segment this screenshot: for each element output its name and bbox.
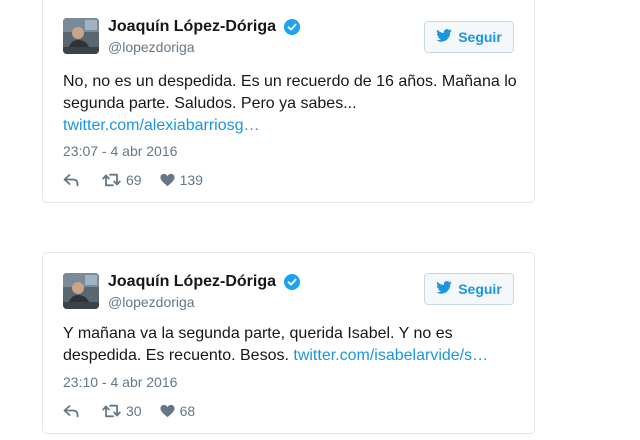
tweet-text: Y mañana va la segunda parte, querida Is…: [63, 323, 523, 367]
avatar[interactable]: [63, 273, 99, 309]
reply-icon: [63, 173, 79, 187]
twitter-bird-icon: [436, 29, 453, 45]
tweet-link[interactable]: twitter.com/isabelarvide/s…: [293, 347, 488, 364]
tweet-card: Joaquín López-Dóriga @lopezdoriga Seguir…: [42, 252, 535, 434]
author-info: Joaquín López-Dóriga @lopezdoriga: [108, 272, 301, 311]
avatar[interactable]: [63, 18, 99, 54]
verified-badge-icon: [284, 274, 301, 290]
heart-icon: [160, 404, 175, 418]
tweet-card: Joaquín López-Dóriga @lopezdoriga Seguir…: [42, 0, 535, 203]
retweet-icon: [102, 173, 121, 187]
tweet-timestamp[interactable]: 23:07 - 4 abr 2016: [63, 143, 177, 159]
follow-button[interactable]: Seguir: [424, 21, 514, 53]
reply-button[interactable]: [63, 173, 79, 187]
tweet-actions: 69 139: [63, 172, 203, 188]
tweet-text: No, no es un despedida. Es un recuerdo d…: [63, 71, 523, 137]
author-handle[interactable]: @lopezdoriga: [108, 38, 300, 56]
like-button[interactable]: 139: [160, 172, 203, 188]
follow-label: Seguir: [458, 29, 502, 45]
author-info: Joaquín López-Dóriga @lopezdoriga: [108, 17, 301, 56]
author-name[interactable]: Joaquín López-Dóriga: [108, 17, 276, 37]
like-button[interactable]: 68: [160, 403, 196, 419]
tweet-timestamp[interactable]: 23:10 - 4 abr 2016: [63, 374, 177, 390]
tweet-body: No, no es un despedida. Es un recuerdo d…: [63, 73, 517, 112]
follow-label: Seguir: [458, 281, 502, 297]
reply-icon: [63, 404, 79, 418]
reply-button[interactable]: [63, 404, 79, 418]
like-count: 68: [179, 403, 196, 419]
author-handle[interactable]: @lopezdoriga: [108, 293, 300, 311]
like-count: 139: [179, 172, 203, 188]
heart-icon: [160, 173, 175, 187]
verified-badge-icon: [284, 19, 301, 35]
retweet-button[interactable]: 69: [102, 172, 142, 188]
retweet-button[interactable]: 30: [102, 403, 142, 419]
tweet-actions: 30 68: [63, 403, 195, 419]
retweet-icon: [102, 404, 121, 418]
author-name[interactable]: Joaquín López-Dóriga: [108, 272, 276, 292]
follow-button[interactable]: Seguir: [424, 273, 514, 305]
retweet-count: 30: [126, 403, 142, 419]
tweet-link[interactable]: twitter.com/alexiabarriosg…: [63, 117, 260, 134]
retweet-count: 69: [126, 172, 142, 188]
twitter-bird-icon: [436, 281, 453, 297]
